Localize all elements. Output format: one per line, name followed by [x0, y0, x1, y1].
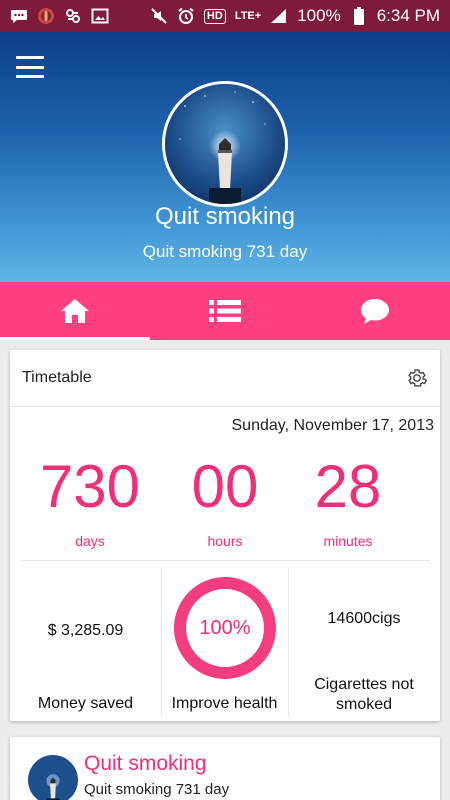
- minutes-value: 28: [314, 453, 382, 520]
- money-saved-value: $ 3,285.09: [47, 622, 124, 639]
- tab-home[interactable]: [0, 282, 150, 340]
- battery-icon: [350, 7, 368, 25]
- lighthouse-image: [165, 84, 285, 204]
- chat-bubble-icon: [361, 299, 389, 324]
- card-title: Timetable: [22, 369, 92, 386]
- home-icon: [61, 299, 89, 323]
- list-icon: [209, 300, 241, 322]
- days-label: days: [75, 533, 105, 549]
- tab-bar: [0, 282, 450, 340]
- money-saved-stat: $ 3,285.09 Money saved: [10, 568, 161, 718]
- cigarettes-stat: 14600cigs Cigarettes not smoked: [288, 568, 440, 718]
- app-notification-icon: [37, 8, 55, 24]
- cigarettes-label-line2: smoked: [335, 696, 393, 713]
- lte-icon: LTE+: [234, 10, 262, 22]
- improve-health-label: Improve health: [171, 695, 278, 712]
- card-header: Timetable: [10, 350, 440, 407]
- alarm-icon: [177, 7, 195, 24]
- hamburger-menu-icon[interactable]: [16, 56, 44, 78]
- signal-icon: [270, 8, 288, 24]
- feed-item-card[interactable]: Quit smoking Quit smoking 731 day: [10, 737, 440, 800]
- system-icons: HD LTE+ 100% 6:34 PM: [150, 6, 440, 26]
- feed-item-subtitle: Quit smoking 731 day: [84, 781, 230, 798]
- sync-icon: [64, 8, 82, 24]
- hours-counter: 00 hours: [155, 453, 295, 550]
- hours-label: hours: [207, 533, 243, 549]
- notification-icons: [10, 8, 109, 24]
- lighthouse-image: [28, 755, 78, 800]
- messages-icon: [10, 8, 28, 24]
- feed-item-title: Quit smoking: [84, 752, 207, 775]
- minutes-label: minutes: [323, 533, 373, 549]
- profile-header: Quit smoking Quit smoking 731 day: [0, 32, 450, 282]
- cigarettes-value: 14600cigs: [327, 610, 401, 627]
- gallery-icon: [91, 8, 109, 24]
- money-saved-label: Money saved: [37, 695, 134, 712]
- profile-subtitle: Quit smoking 731 day: [142, 242, 308, 261]
- quit-date: Sunday, November 17, 2013: [231, 417, 435, 434]
- mute-icon: [150, 8, 168, 24]
- cigarettes-label: Cigarettes not smoked: [288, 675, 440, 715]
- clock: 6:34 PM: [376, 6, 440, 25]
- cigarettes-label-line1: Cigarettes not: [314, 676, 414, 693]
- improve-health-stat: Improve health: [161, 568, 288, 718]
- avatar[interactable]: [162, 81, 288, 207]
- days-value: 730: [39, 453, 141, 520]
- feed-avatar: [28, 755, 78, 800]
- minutes-counter: 28 minutes: [278, 453, 418, 550]
- tab-list[interactable]: [150, 282, 300, 340]
- battery-percent: 100%: [297, 6, 341, 25]
- divider: [20, 560, 430, 561]
- profile-title: Quit smoking: [154, 203, 296, 230]
- status-bar: HD LTE+ 100% 6:34 PM: [0, 0, 450, 32]
- hours-value: 00: [191, 453, 259, 520]
- tab-chat[interactable]: [300, 282, 450, 340]
- hd-icon: HD: [203, 8, 226, 24]
- timetable-card: Timetable Sunday, November 17, 2013 730 …: [10, 350, 440, 721]
- gear-icon[interactable]: [406, 367, 428, 389]
- days-counter: 730 days: [20, 453, 160, 550]
